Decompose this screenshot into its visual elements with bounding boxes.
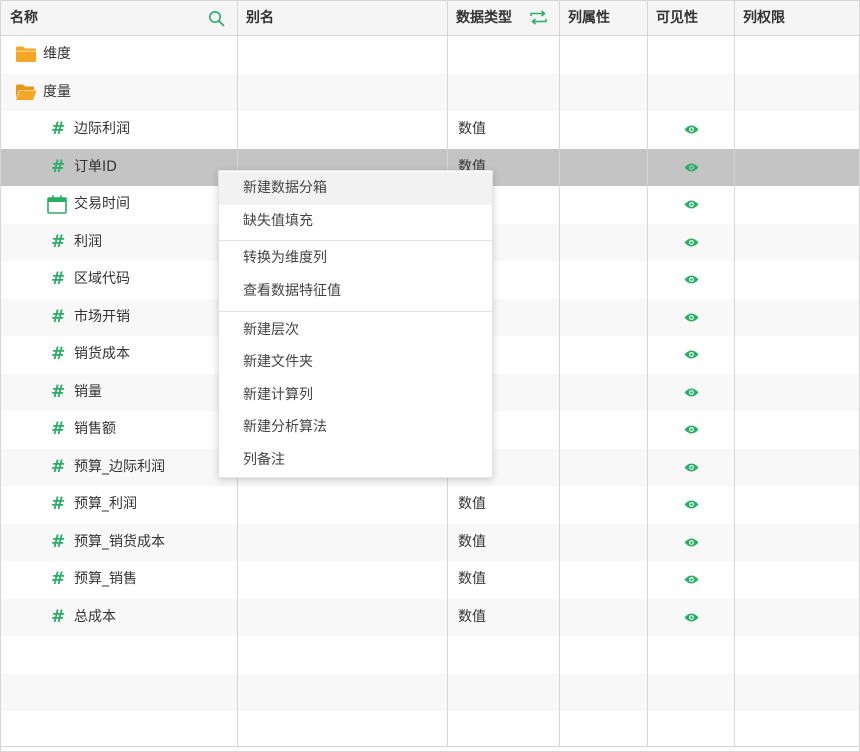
hash-icon: # bbox=[51, 231, 66, 252]
eye-icon[interactable] bbox=[684, 387, 699, 398]
eye-icon[interactable] bbox=[684, 162, 699, 173]
empty-row bbox=[1, 673, 859, 711]
hash-icon: # bbox=[51, 269, 66, 289]
menu-item-convert-to-dimension[interactable]: 转换为维度列 bbox=[219, 242, 492, 275]
hash-icon: # bbox=[51, 156, 66, 177]
field-name: 交易时间 bbox=[74, 196, 130, 212]
menu-item-fill-missing-values[interactable]: 缺失值填充 bbox=[219, 205, 492, 238]
hash-icon: # bbox=[51, 531, 66, 552]
empty-row bbox=[1, 711, 859, 746]
hash-icon: # bbox=[51, 119, 66, 139]
field-name: 预算_利润 bbox=[74, 496, 137, 512]
swap-icon[interactable] bbox=[529, 10, 548, 25]
column-divider bbox=[647, 1, 648, 746]
eye-icon[interactable] bbox=[684, 574, 699, 585]
hash-icon: # bbox=[51, 419, 66, 439]
eye-icon[interactable] bbox=[684, 312, 699, 323]
menu-separator bbox=[219, 240, 492, 241]
hash-icon: # bbox=[51, 456, 66, 477]
hash-icon: # bbox=[51, 494, 66, 514]
field-type: 数值 bbox=[458, 121, 486, 137]
table-row[interactable]: # 预算_销货成本 数值 bbox=[1, 523, 859, 561]
folder-icon bbox=[16, 46, 36, 62]
hash-icon: # bbox=[51, 381, 66, 402]
hash-icon: # bbox=[51, 306, 66, 327]
field-name: 总成本 bbox=[74, 608, 116, 625]
table-row[interactable]: # 预算_利润 数值 bbox=[1, 486, 859, 524]
hash-icon: # bbox=[51, 569, 66, 589]
eye-icon[interactable] bbox=[684, 612, 699, 623]
header-column-attribute: 列属性 bbox=[568, 10, 610, 26]
eye-icon[interactable] bbox=[684, 237, 699, 248]
menu-item-new-analysis-algorithm[interactable]: 新建分析算法 bbox=[219, 411, 492, 444]
menu-separator bbox=[219, 311, 492, 312]
search-icon[interactable] bbox=[208, 10, 225, 27]
folder-row-measure[interactable]: 度量 bbox=[1, 73, 859, 111]
menu-item-column-note[interactable]: 列备注 bbox=[219, 444, 492, 477]
eye-icon[interactable] bbox=[684, 424, 699, 435]
menu-item-new-calculated-column[interactable]: 新建计算列 bbox=[219, 379, 492, 412]
field-type: 数值 bbox=[458, 496, 486, 512]
field-name: 订单ID bbox=[74, 158, 117, 175]
table-row[interactable]: # 边际利润 数值 bbox=[1, 111, 859, 149]
folder-open-icon bbox=[16, 84, 37, 100]
folder-label: 维度 bbox=[43, 46, 71, 62]
empty-row bbox=[1, 636, 859, 674]
calendar-icon bbox=[47, 195, 67, 214]
table-row[interactable]: # 总成本 数值 bbox=[1, 598, 859, 636]
header-visibility: 可见性 bbox=[656, 10, 698, 26]
menu-item-view-data-features[interactable]: 查看数据特征值 bbox=[219, 275, 492, 308]
table-row[interactable]: # 预算_销售 数值 bbox=[1, 561, 859, 599]
field-type: 数值 bbox=[458, 608, 486, 625]
field-name: 预算_销货成本 bbox=[74, 533, 165, 550]
menu-item-new-folder[interactable]: 新建文件夹 bbox=[219, 346, 492, 379]
column-divider bbox=[559, 1, 560, 746]
eye-icon[interactable] bbox=[684, 462, 699, 473]
eye-icon[interactable] bbox=[684, 537, 699, 548]
menu-item-new-hierarchy[interactable]: 新建层次 bbox=[219, 314, 492, 347]
header-name[interactable]: 名称 bbox=[1, 1, 38, 35]
field-name: 预算_销售 bbox=[74, 571, 137, 587]
header-data-type: 数据类型 bbox=[456, 10, 512, 26]
eye-icon[interactable] bbox=[684, 499, 699, 510]
field-name: 销售额 bbox=[74, 421, 116, 437]
field-type: 数值 bbox=[458, 533, 486, 550]
hash-icon: # bbox=[51, 344, 66, 364]
header-permission: 列权限 bbox=[743, 10, 785, 26]
eye-icon[interactable] bbox=[684, 274, 699, 285]
field-name: 销量 bbox=[74, 383, 102, 400]
folder-row-dimension[interactable]: 维度 bbox=[1, 36, 859, 74]
field-name: 预算_边际利润 bbox=[74, 458, 165, 475]
field-name: 市场开销 bbox=[74, 308, 130, 325]
header-alias: 别名 bbox=[246, 10, 274, 26]
folder-label: 度量 bbox=[43, 83, 71, 100]
context-menu: 新建数据分箱 缺失值填充 转换为维度列 查看数据特征值 新建层次 新建文件夹 新… bbox=[218, 170, 493, 478]
hash-icon: # bbox=[51, 606, 66, 627]
eye-icon[interactable] bbox=[684, 349, 699, 360]
field-type: 数值 bbox=[458, 571, 486, 587]
menu-item-new-data-bin[interactable]: 新建数据分箱 bbox=[219, 172, 492, 205]
eye-icon[interactable] bbox=[684, 124, 699, 135]
field-name: 利润 bbox=[74, 233, 102, 250]
field-name: 区域代码 bbox=[74, 271, 130, 287]
table-bottom-border bbox=[1, 746, 859, 747]
field-name: 边际利润 bbox=[74, 121, 130, 137]
table-header: 名称 别名 数据类型 列属性 可见性 列权限 bbox=[1, 1, 859, 36]
column-divider bbox=[734, 1, 735, 746]
eye-icon[interactable] bbox=[684, 199, 699, 210]
field-name: 销货成本 bbox=[74, 346, 130, 362]
